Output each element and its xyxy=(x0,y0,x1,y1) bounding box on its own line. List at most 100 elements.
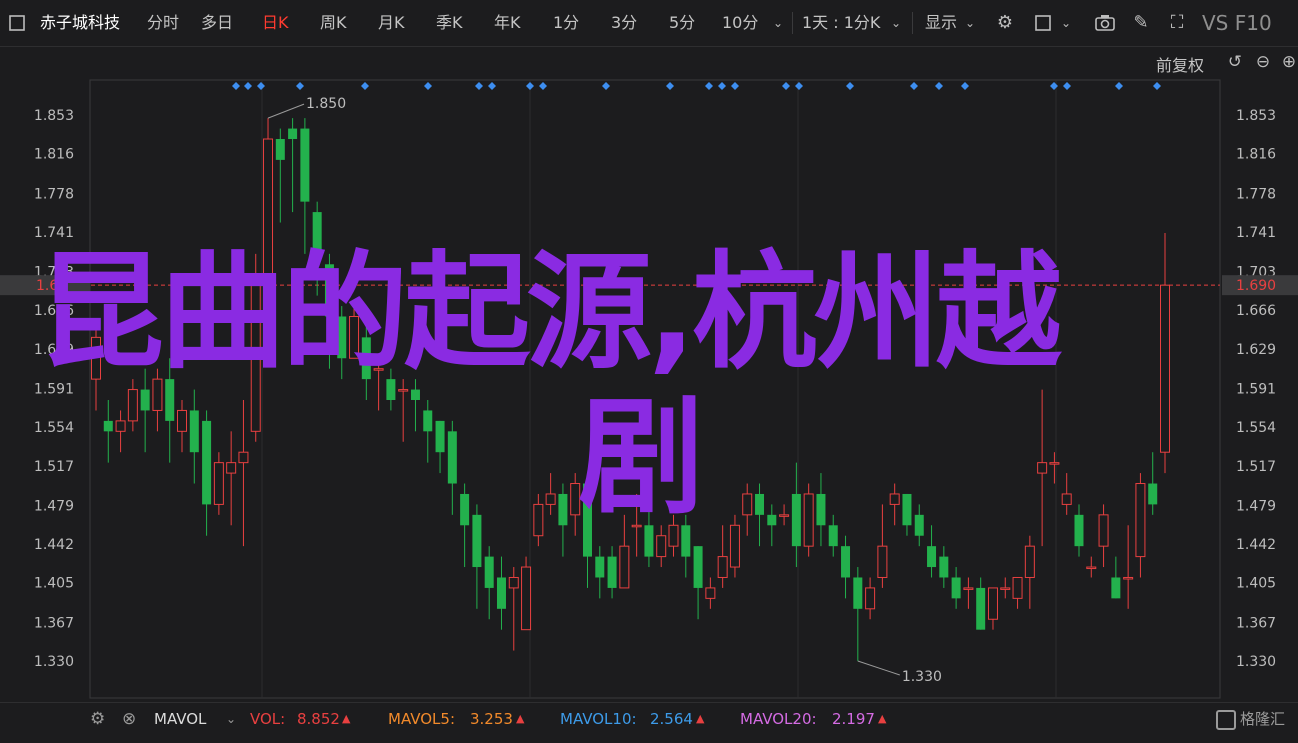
candle-body xyxy=(865,587,876,610)
event-marker xyxy=(1063,82,1071,90)
candle-body xyxy=(755,493,765,515)
candle-body xyxy=(668,524,679,547)
vs-f10-button[interactable]: VS F10 xyxy=(1202,0,1272,46)
candle-body xyxy=(435,420,445,453)
brand-logo: 格隆汇 xyxy=(1216,703,1285,735)
candle-body xyxy=(1135,483,1146,558)
event-marker xyxy=(475,82,483,90)
period-tab-daily[interactable]: 日K xyxy=(262,0,289,46)
candle-body xyxy=(1012,576,1023,599)
candle-body xyxy=(423,410,433,432)
zoom-out-icon[interactable]: ⊖ xyxy=(1252,44,1274,80)
candle-body xyxy=(213,462,224,505)
gear-icon[interactable]: ⚙ xyxy=(90,703,105,735)
candle-body xyxy=(877,545,888,578)
period-tab-10min[interactable]: 10分 xyxy=(722,0,758,46)
candle-body xyxy=(1061,493,1072,505)
event-marker xyxy=(296,82,304,90)
candle-body xyxy=(889,493,900,505)
candle-body xyxy=(361,337,371,380)
up-arrow-icon: ▲ xyxy=(696,712,705,725)
event-marker xyxy=(424,82,432,90)
candle-body xyxy=(1049,462,1060,465)
candle-body xyxy=(767,514,777,526)
close-icon[interactable]: ⊗ xyxy=(122,703,136,735)
period-tab-monthly[interactable]: 月K xyxy=(378,0,405,46)
candle-body xyxy=(951,577,961,599)
window-icon[interactable] xyxy=(6,0,28,46)
candle-body xyxy=(127,389,138,422)
display-menu[interactable]: 显示 xyxy=(925,0,957,46)
adjust-mode[interactable]: 前复权 xyxy=(1156,52,1204,76)
chevron-down-icon[interactable]: ⌄ xyxy=(888,0,904,46)
current-price-label-left: 1.6 xyxy=(36,278,58,294)
event-marker xyxy=(846,82,854,90)
period-tab-quarterly[interactable]: 季K xyxy=(436,0,463,46)
period-tab-intraday[interactable]: 分时 xyxy=(147,0,179,46)
candle-body xyxy=(681,525,691,557)
range-select[interactable]: 1天 : 1分K xyxy=(802,0,880,46)
candle-body xyxy=(275,139,285,160)
y-tick-label-right: 1.330 xyxy=(1236,654,1276,670)
y-tick-label-left: 1.442 xyxy=(34,537,74,553)
low-annotation: 1.330 xyxy=(902,669,942,685)
y-tick-label-right: 1.666 xyxy=(1236,303,1276,319)
candle-body xyxy=(226,462,237,474)
candlestick-chart[interactable]: 1.853 1.853 1.816 1.816 1.778 1.778 1.741 1.741… xyxy=(0,47,1298,702)
candle-body xyxy=(705,587,716,599)
candle-body xyxy=(1024,545,1035,578)
fullscreen-icon[interactable]: ⛶ xyxy=(1164,0,1190,46)
period-tab-5min[interactable]: 5分 xyxy=(669,0,695,46)
chevron-down-icon[interactable]: ⌄ xyxy=(226,703,236,735)
period-tab-yearly[interactable]: 年K xyxy=(494,0,521,46)
y-tick-label-right: 1.741 xyxy=(1236,225,1276,241)
camera-icon[interactable] xyxy=(1092,0,1118,46)
stock-name[interactable]: 赤子城科技 xyxy=(40,0,120,46)
candle-body xyxy=(373,368,384,371)
period-tab-1min[interactable]: 1分 xyxy=(553,0,579,46)
divider xyxy=(912,12,913,34)
y-tick-label-left: 1.517 xyxy=(34,459,74,475)
high-annotation: 1.850 xyxy=(306,96,346,112)
period-tab-weekly[interactable]: 周K xyxy=(320,0,347,46)
candle-body xyxy=(841,546,851,578)
candle-body xyxy=(828,525,838,547)
candle-body xyxy=(1037,462,1048,474)
y-tick-label-right: 1.591 xyxy=(1236,382,1276,398)
chevron-down-icon[interactable]: ⌄ xyxy=(1058,0,1074,46)
candle-body xyxy=(619,545,630,589)
candle-body xyxy=(202,420,212,505)
event-marker xyxy=(602,82,610,90)
chevron-down-icon[interactable]: ⌄ xyxy=(770,0,786,46)
mavol20-value: 2.197 xyxy=(832,710,875,728)
settings-icon[interactable]: ⚙ xyxy=(992,0,1018,46)
indicator-bar: ⚙ ⊗ MAVOL ⌄ VOL: 8.852 ▲ MAVOL5: 3.253 ▲… xyxy=(0,702,1298,743)
current-price-label-right: 1.690 xyxy=(1236,278,1276,294)
brush-icon[interactable]: ✎ xyxy=(1128,0,1154,46)
y-tick-label-right: 1.629 xyxy=(1236,342,1276,358)
brand-name: 格隆汇 xyxy=(1240,710,1286,728)
candle-body xyxy=(779,514,790,517)
candle-body xyxy=(238,451,249,464)
candle-body xyxy=(91,336,101,380)
zoom-in-icon[interactable]: ⊕ xyxy=(1278,44,1298,80)
reset-icon[interactable]: ↺ xyxy=(1224,44,1246,80)
event-marker xyxy=(361,82,369,90)
candle-body xyxy=(288,128,298,140)
candle-body xyxy=(410,389,420,401)
candle-body xyxy=(729,524,740,568)
y-tick-label-left: 1.405 xyxy=(34,576,74,592)
indicator-name[interactable]: MAVOL xyxy=(154,703,206,735)
candle-body xyxy=(521,566,532,631)
y-tick-label-right: 1.367 xyxy=(1236,615,1276,631)
event-marker xyxy=(257,82,265,90)
chevron-down-icon[interactable]: ⌄ xyxy=(962,0,978,46)
y-tick-label-left: 1.853 xyxy=(34,108,74,124)
event-marker xyxy=(1050,82,1058,90)
candle-body xyxy=(472,514,482,568)
event-marker xyxy=(718,82,726,90)
period-tab-multiday[interactable]: 多日 xyxy=(201,0,233,46)
mavol5-label: MAVOL5: xyxy=(388,710,456,728)
period-tab-3min[interactable]: 3分 xyxy=(611,0,637,46)
layout-icon[interactable] xyxy=(1030,0,1056,46)
